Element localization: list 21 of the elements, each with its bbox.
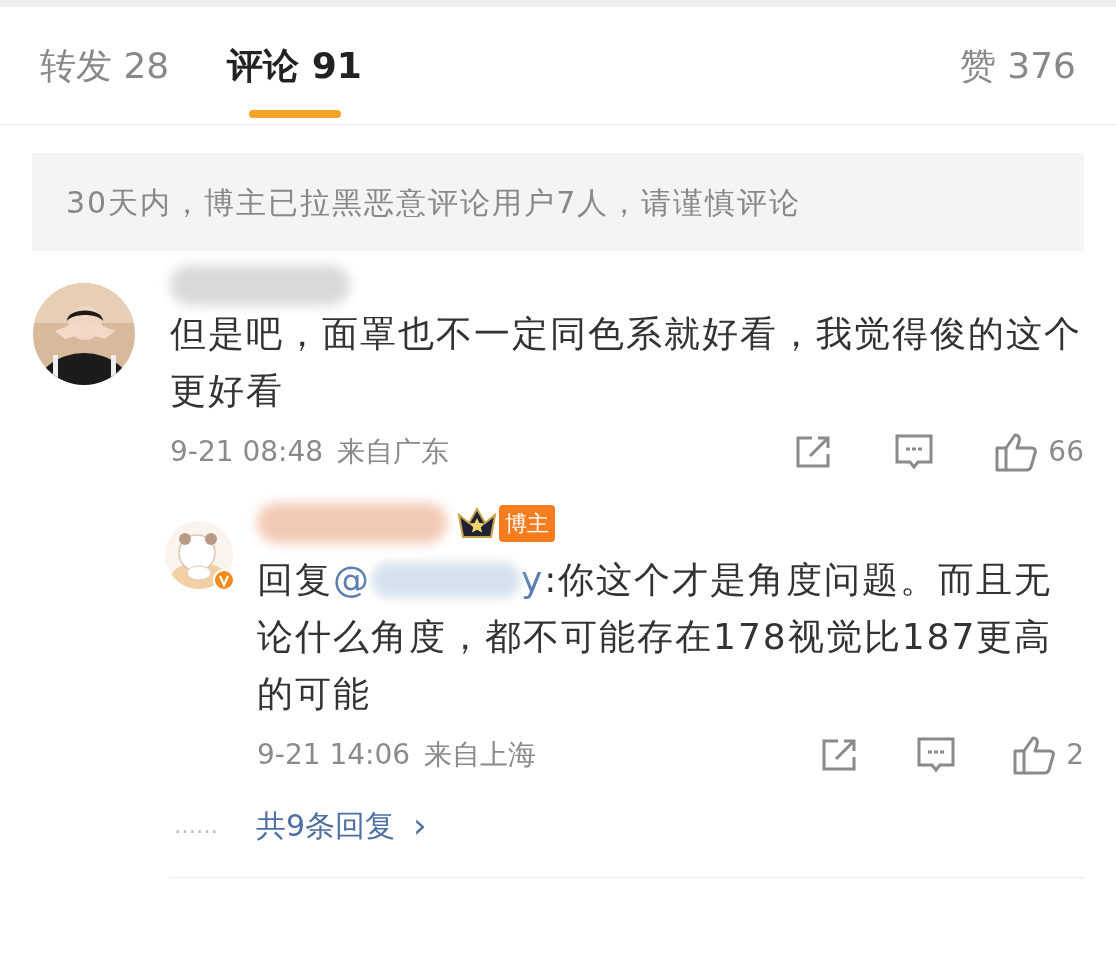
tab[interactable]: 评论 91 [227, 7, 362, 124]
tab[interactable]: 转发 28 [40, 7, 170, 124]
thumbs-up-icon[interactable] [1012, 735, 1057, 775]
comment-time: 9-21 14:06 [257, 737, 411, 773]
like-count: 66 [1048, 434, 1084, 470]
mention-link[interactable]: @ y [333, 551, 545, 608]
comment-location: 来自广东 [337, 434, 450, 470]
author-badge: 博主 [499, 504, 555, 542]
thumbs-up-icon[interactable] [994, 432, 1039, 472]
notice-banner: 30天内，博主已拉黑恶意评论用户7人，请谨慎评论 [32, 153, 1084, 251]
comment-location: 来自上海 [424, 737, 537, 773]
more-replies-link[interactable]: 共9条回复 › [256, 800, 427, 851]
like-count: 2 [1066, 737, 1084, 773]
reply-text: 回复@ y:你这个才是角度问题。而且无论什么角度，都不可能存在178视觉比187更高的可能 [257, 551, 1084, 722]
comment-text: 但是吧，面罩也不一定同色系就好看，我觉得俊的这个更好看 [170, 312, 1083, 413]
comment-icon[interactable] [916, 736, 957, 774]
comment-time: 9-21 08:48 [170, 434, 324, 470]
tab[interactable]: 赞 376 [959, 7, 1076, 124]
ellipsis-divider: …… [174, 812, 219, 840]
crown-icon [455, 505, 499, 541]
comment-icon[interactable] [894, 433, 935, 471]
